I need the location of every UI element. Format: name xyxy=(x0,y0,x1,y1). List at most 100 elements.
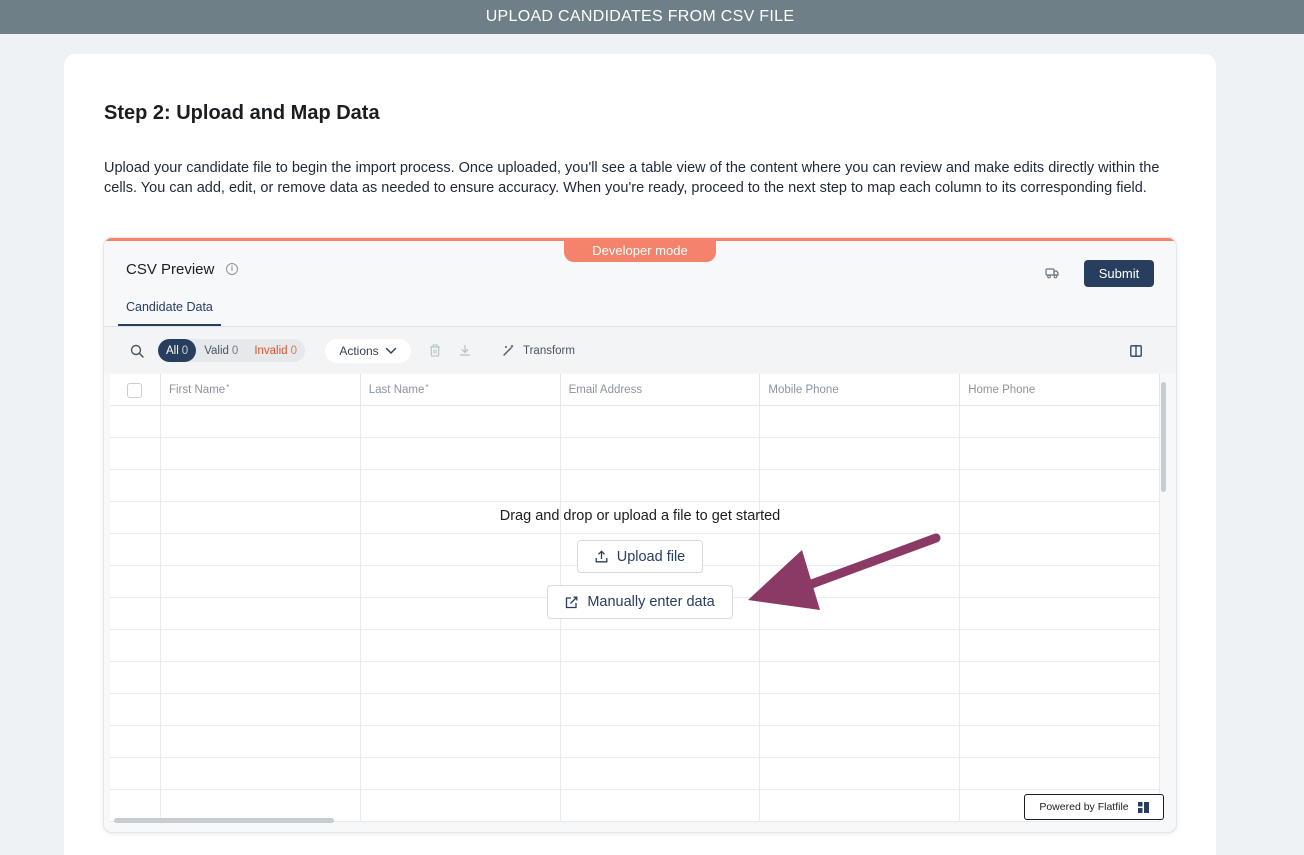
grid-cell[interactable] xyxy=(960,470,1160,501)
grid-cell[interactable] xyxy=(161,630,361,661)
grid-cell[interactable] xyxy=(760,470,961,501)
column-header-first-name[interactable]: First Name * xyxy=(161,374,361,406)
grid-cell[interactable] xyxy=(561,438,761,469)
grid-cell[interactable] xyxy=(161,790,361,821)
grid-cell[interactable] xyxy=(161,598,361,629)
grid-cell[interactable] xyxy=(161,726,361,757)
download-icon[interactable] xyxy=(459,344,471,356)
grid-cell[interactable] xyxy=(760,790,961,821)
grid-cell[interactable] xyxy=(361,438,561,469)
columns-icon[interactable] xyxy=(1130,345,1142,357)
filter-valid[interactable]: Valid 0 xyxy=(196,339,246,362)
trash-icon[interactable] xyxy=(429,344,441,357)
grid-cell[interactable] xyxy=(760,406,961,437)
grid-cell[interactable] xyxy=(960,566,1160,597)
grid-cell[interactable] xyxy=(960,598,1160,629)
row-selector-cell[interactable] xyxy=(110,630,161,661)
edit-icon xyxy=(566,596,578,608)
table-row xyxy=(110,630,1160,662)
column-header-home-phone[interactable]: Home Phone xyxy=(960,374,1160,406)
grid-cell[interactable] xyxy=(361,694,561,725)
grid-cell[interactable] xyxy=(960,534,1160,565)
grid-cell[interactable] xyxy=(561,662,761,693)
horizontal-scrollbar[interactable] xyxy=(114,818,334,823)
powered-by-flatfile-badge[interactable]: Powered by Flatfile xyxy=(1024,794,1164,820)
arrow-annotation xyxy=(748,533,941,610)
grid-cell[interactable] xyxy=(960,406,1160,437)
grid-cell[interactable] xyxy=(161,470,361,501)
column-header-last-name[interactable]: Last Name * xyxy=(361,374,561,406)
tab-candidate-data[interactable]: Candidate Data xyxy=(118,300,221,326)
grid-cell[interactable] xyxy=(361,406,561,437)
grid-cell[interactable] xyxy=(161,502,361,533)
grid-cell[interactable] xyxy=(161,662,361,693)
table-row xyxy=(110,694,1160,726)
submit-button[interactable]: Submit xyxy=(1084,260,1154,287)
grid-cell[interactable] xyxy=(960,726,1160,757)
column-header-mobile-phone[interactable]: Mobile Phone xyxy=(760,374,961,406)
row-selector-cell[interactable] xyxy=(110,790,161,821)
grid-cell[interactable] xyxy=(760,662,961,693)
grid-cell[interactable] xyxy=(561,470,761,501)
filter-invalid[interactable]: Invalid 0 xyxy=(246,339,305,362)
grid-cell[interactable] xyxy=(960,438,1160,469)
row-selector-cell[interactable] xyxy=(110,534,161,565)
grid-cell[interactable] xyxy=(960,630,1160,661)
select-all-checkbox[interactable] xyxy=(127,382,143,398)
grid-cell[interactable] xyxy=(561,630,761,661)
grid-cell[interactable] xyxy=(161,566,361,597)
grid-cell[interactable] xyxy=(960,662,1160,693)
grid-cell[interactable] xyxy=(561,694,761,725)
grid-cell[interactable] xyxy=(960,502,1160,533)
upload-file-button[interactable]: Upload file xyxy=(577,540,703,573)
grid-cell[interactable] xyxy=(161,758,361,789)
row-selector-cell[interactable] xyxy=(110,598,161,629)
column-header-email-address[interactable]: Email Address xyxy=(561,374,761,406)
grid-cell[interactable] xyxy=(760,726,961,757)
grid-cell[interactable] xyxy=(161,534,361,565)
grid-cell[interactable] xyxy=(561,758,761,789)
row-selector-cell[interactable] xyxy=(110,438,161,469)
grid-cell[interactable] xyxy=(361,758,561,789)
grid-cell[interactable] xyxy=(760,758,961,789)
search-icon[interactable] xyxy=(130,344,144,358)
grid-cell[interactable] xyxy=(361,534,561,565)
grid-cell[interactable] xyxy=(760,438,961,469)
row-selector-cell[interactable] xyxy=(110,566,161,597)
grid-cell[interactable] xyxy=(760,694,961,725)
grid-cell[interactable] xyxy=(960,694,1160,725)
grid-cell[interactable] xyxy=(161,406,361,437)
transform-button[interactable]: Transform xyxy=(502,344,575,357)
grid-cell[interactable] xyxy=(361,630,561,661)
filter-all[interactable]: All 0 xyxy=(158,339,197,362)
grid-cell[interactable] xyxy=(361,726,561,757)
actions-dropdown-button[interactable]: Actions xyxy=(325,339,411,363)
row-selector-cell[interactable] xyxy=(110,726,161,757)
info-icon[interactable]: i xyxy=(226,263,238,275)
grid-cell[interactable] xyxy=(561,790,761,821)
grid-cell[interactable] xyxy=(361,662,561,693)
row-selector-cell[interactable] xyxy=(110,470,161,501)
grid-cell[interactable] xyxy=(561,406,761,437)
row-selector-cell[interactable] xyxy=(110,694,161,725)
manually-enter-data-button[interactable]: Manually enter data xyxy=(547,585,733,619)
grid-cell[interactable] xyxy=(361,470,561,501)
vertical-scrollbar[interactable] xyxy=(1161,382,1166,492)
row-selector-cell[interactable] xyxy=(110,758,161,789)
grid-cell[interactable] xyxy=(760,630,961,661)
grid-cell[interactable] xyxy=(161,694,361,725)
step-title: Step 2: Upload and Map Data xyxy=(104,102,380,124)
grid-cell[interactable] xyxy=(361,566,561,597)
row-selector-cell[interactable] xyxy=(110,662,161,693)
truck-icon[interactable] xyxy=(1045,267,1059,279)
grid-cell[interactable] xyxy=(161,438,361,469)
wand-icon xyxy=(503,345,514,356)
grid-cell[interactable] xyxy=(561,726,761,757)
row-selector-cell[interactable] xyxy=(110,406,161,437)
grid-cell[interactable] xyxy=(361,598,561,629)
grid-header-row: First Name * Last Name * Email Address Mob… xyxy=(110,374,1160,406)
grid-cell[interactable] xyxy=(960,758,1160,789)
row-selector-cell[interactable] xyxy=(110,502,161,533)
grid-cell[interactable] xyxy=(361,790,561,821)
manually-enter-data-label: Manually enter data xyxy=(587,594,715,610)
